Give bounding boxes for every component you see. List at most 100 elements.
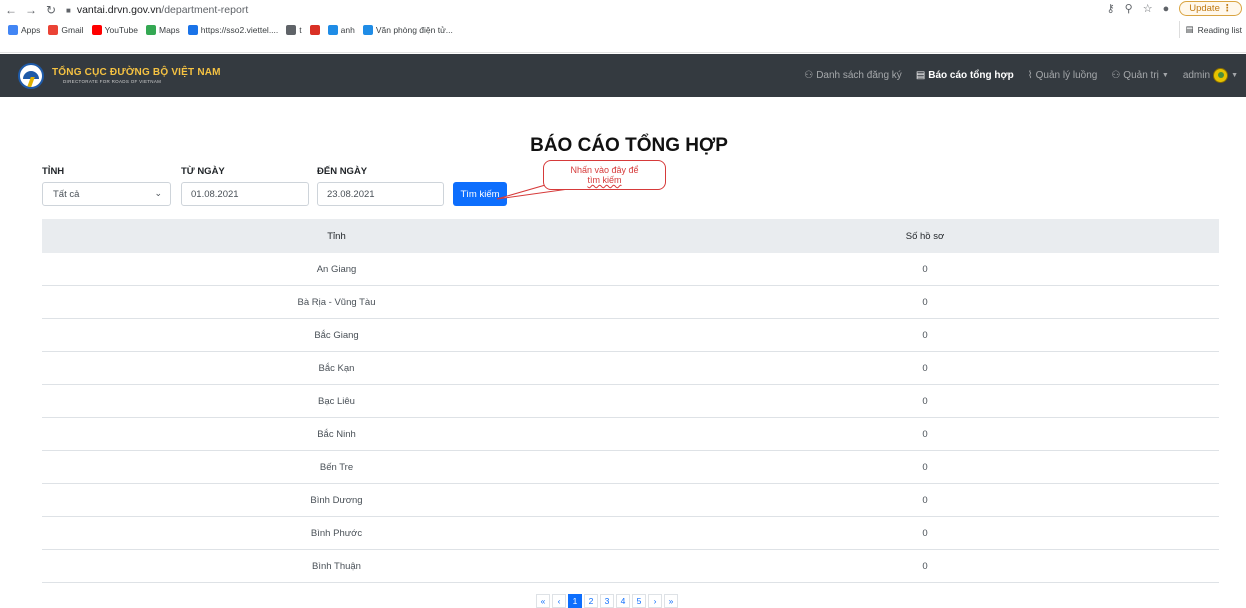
count-cell: 0 [922, 362, 928, 374]
nav-flow-management[interactable]: ⌇ Quản lý luồng [1028, 70, 1098, 81]
province-cell: Bà Rịa - Vũng Tàu [297, 296, 376, 308]
page-title: BÁO CÁO TỔNG HỢP [530, 135, 728, 156]
vuejs-icon [362, 24, 373, 35]
province-label: TỈNH [42, 166, 65, 177]
user-icon: ⚇ [1111, 70, 1121, 81]
brand-subtitle: DIRECTORATE FOR ROADS OF VIETNAM [63, 79, 162, 84]
profile-icon[interactable]: ● [1163, 3, 1170, 15]
update-button[interactable]: Update ⋮ [1179, 1, 1242, 16]
bookmark-item[interactable] [309, 24, 320, 35]
page-link[interactable]: 2 [584, 594, 598, 608]
maps-pin-icon [145, 24, 156, 35]
page-link[interactable]: 1 [568, 594, 582, 608]
bookmark-item[interactable]: t [286, 24, 302, 35]
kebab-menu-icon: ⋮ [1222, 3, 1233, 14]
table-row: Bến Tre 0 [42, 451, 1219, 484]
nav-link-label: Quản trị [1123, 70, 1159, 81]
reading-list-icon: ▤ [1185, 24, 1194, 34]
count-cell: 0 [922, 395, 928, 407]
bookmark-label: https://sso2.viettel.... [200, 24, 279, 35]
page-link[interactable]: » [664, 594, 678, 608]
nav-registration-list[interactable]: ⚇ Danh sách đăng ký [804, 70, 902, 81]
caret-down-icon: ▼ [1231, 72, 1238, 79]
page-link[interactable]: 5 [632, 594, 646, 608]
column-header-count: Số hồ sơ [905, 230, 945, 242]
gmail-icon [48, 24, 59, 35]
nav-link-label: Báo cáo tổng hợp [928, 70, 1014, 81]
reload-icon[interactable]: ↻ [42, 1, 60, 19]
zoom-icon[interactable]: ⚲ [1125, 2, 1133, 15]
table-row: An Giang 0 [42, 253, 1219, 286]
apps-grid-icon [8, 24, 18, 35]
province-cell: Bình Thuận [312, 560, 361, 572]
bookmark-label: YouTube [104, 24, 138, 35]
forward-arrow-icon[interactable]: → [22, 1, 40, 19]
to-date-input[interactable]: 23.08.2021 [317, 182, 444, 206]
province-cell: Bình Phước [310, 527, 363, 539]
search-button[interactable]: Tìm kiếm [453, 182, 507, 206]
to-date-label: ĐẾN NGÀY [317, 166, 368, 177]
bookmark-item[interactable]: YouTube [91, 24, 138, 35]
province-cell: Bắc Giang [314, 329, 359, 341]
youtube-icon [91, 24, 102, 35]
reading-list-label: Reading list [1197, 24, 1242, 35]
report-icon: ▤ [915, 70, 926, 81]
province-select[interactable]: Tất cả ⌄ [42, 182, 171, 206]
page-link[interactable]: « [536, 594, 550, 608]
bookmark-item[interactable]: Apps [8, 24, 40, 35]
from-date-input[interactable]: 01.08.2021 [181, 182, 309, 206]
bookmark-item[interactable]: anh [327, 24, 355, 35]
key-icon[interactable]: ⚷ [1107, 2, 1115, 15]
count-cell: 0 [922, 263, 928, 275]
page-link[interactable]: 3 [600, 594, 614, 608]
app-navbar: TỔNG CỤC ĐƯỜNG BỘ VIỆT NAM DIRECTORATE F… [0, 54, 1246, 97]
province-select-value: Tất cả [53, 188, 80, 200]
province-cell: Bến Tre [319, 461, 354, 473]
count-cell: 0 [922, 494, 928, 506]
address-bar[interactable]: ■ vantai.drvn.gov.vn/department-report [66, 1, 248, 19]
bookmark-label: Gmail [61, 24, 84, 35]
chevron-down-icon: ⌄ [154, 188, 162, 198]
from-date-label: TỪ NGÀY [181, 166, 225, 177]
cloud-icon [187, 24, 198, 35]
bookmark-label: Maps [158, 24, 180, 35]
back-arrow-icon[interactable]: ← [2, 1, 20, 19]
report-table: Tỉnh Số hồ sơ An Giang 0 Bà Rịa - Vũng Tàu… [42, 219, 1219, 583]
page-link[interactable]: 4 [616, 594, 630, 608]
reading-list-button[interactable]: ▤ Reading list [1178, 21, 1242, 38]
bookmark-item[interactable]: https://sso2.viettel.... [187, 24, 279, 35]
table-row: Bắc Giang 0 [42, 319, 1219, 352]
drvn-logo [18, 62, 44, 89]
brand[interactable]: TỔNG CỤC ĐƯỜNG BỘ VIỆT NAM DIRECTORATE F… [18, 62, 221, 89]
bookmark-item[interactable]: Maps [145, 24, 180, 35]
brand-title: TỔNG CỤC ĐƯỜNG BỘ VIỆT NAM [52, 67, 221, 78]
address-row: ← → ↻ ■ vantai.drvn.gov.vn/department-re… [0, 0, 1246, 20]
page-link[interactable]: ‹ [552, 594, 566, 608]
browser-chrome: ← → ↻ ■ vantai.drvn.gov.vn/department-re… [0, 0, 1246, 53]
page-link[interactable]: › [648, 594, 662, 608]
bookmark-label: Văn phòng điện tử... [375, 24, 453, 35]
bookmark-item[interactable]: Văn phòng điện tử... [362, 24, 453, 35]
province-cell: Bạc Liêu [318, 395, 355, 407]
count-cell: 0 [922, 560, 928, 572]
nav-link-label: Quản lý luồng [1035, 70, 1098, 81]
chart-line-icon: ⌇ [1027, 70, 1033, 81]
bookmark-item[interactable]: Gmail [48, 24, 84, 35]
nav-summary-report[interactable]: ▤ Báo cáo tổng hợp [916, 70, 1014, 81]
to-date-value: 23.08.2021 [327, 188, 375, 200]
nav-administration[interactable]: ⚇ Quản trị ▼ [1111, 70, 1168, 81]
caret-down-icon: ▼ [1161, 72, 1169, 79]
bookmark-label: t [299, 24, 302, 35]
user-menu[interactable]: admin ▼ [1183, 68, 1238, 83]
bookmark-label: anh [340, 24, 355, 35]
nav-links: ⚇ Danh sách đăng ký ▤ Báo cáo tổng hợp ⌇… [804, 54, 1238, 97]
province-cell: Bắc Ninh [317, 428, 356, 440]
table-row: Bình Dương 0 [42, 484, 1219, 517]
table-header: Tỉnh Số hồ sơ [42, 219, 1219, 253]
user-name: admin [1182, 70, 1211, 81]
count-cell: 0 [922, 329, 928, 341]
table-row: Bắc Ninh 0 [42, 418, 1219, 451]
bookmarks-bar: Apps Gmail YouTube Maps https://sso2.viettel… [0, 21, 1246, 38]
search-button-label: Tìm kiếm [460, 188, 500, 200]
star-icon[interactable]: ☆ [1143, 2, 1153, 15]
